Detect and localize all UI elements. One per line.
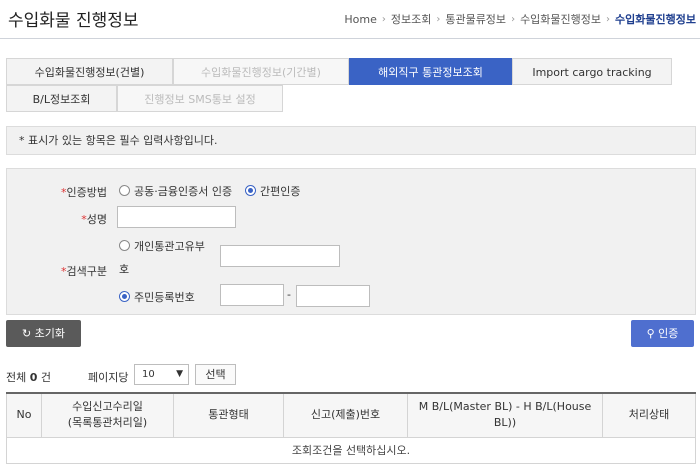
auth-option-certificate[interactable]: 공동·금융인증서 인증 (119, 183, 232, 199)
col-declaration-date: 수입신고수리일 (목록통관처리일) (41, 392, 174, 438)
auth-option-simple[interactable]: 간편인증 (245, 183, 300, 199)
col-no: No (6, 392, 42, 438)
per-page-select[interactable]: 10 ▼ (134, 364, 189, 385)
breadcrumb: Home › 정보조회 › 통관물류정보 › 수입화물진행정보 › 수입화물진행정보 (344, 11, 696, 27)
chevron-right-icon: › (606, 13, 611, 25)
customs-code-input[interactable] (220, 245, 340, 267)
radio-selected-icon[interactable] (119, 291, 130, 302)
breadcrumb-import[interactable]: 수입화물진행정보 (520, 11, 601, 27)
radio-icon[interactable] (119, 240, 130, 251)
tab-sms-setting[interactable]: 진행정보 SMS통보 설정 (117, 85, 283, 112)
col-declaration-no: 신고(제출)번호 (283, 392, 408, 438)
select-button[interactable]: 선택 (195, 364, 236, 385)
radio-icon[interactable] (119, 185, 130, 196)
search-icon: ⚲ (646, 327, 655, 340)
name-label: *성명 (81, 213, 107, 226)
chevron-right-icon: › (436, 13, 441, 25)
search-form: *인증방법 공동·금융인증서 인증 간편인증 *성명 개인통관고유부 호 *검색… (6, 168, 696, 315)
tab-bl-info[interactable]: B/L정보조회 (6, 85, 117, 112)
empty-message: 조회조건을 선택하십시오. (6, 436, 696, 464)
breadcrumb-current: 수입화물진행정보 (615, 13, 696, 26)
table-row: 조회조건을 선택하십시오. (6, 436, 696, 464)
results-table: No 수입신고수리일 (목록통관처리일) 통관형태 신고(제출)번호 M B/L… (6, 392, 696, 464)
total-count: 전체 0 건 (6, 371, 52, 384)
tab-import-by-period[interactable]: 수입화물진행정보(기간별) (173, 58, 349, 85)
col-clearance-type: 통관형태 (173, 392, 284, 438)
tab-import-by-case[interactable]: 수입화물진행정보(건별) (6, 58, 173, 85)
auth-button[interactable]: ⚲ 인증 (631, 320, 694, 347)
required-notice: * 표시가 있는 항목은 필수 입력사항입니다. (6, 126, 696, 155)
search-option-customs-code[interactable]: 개인통관고유부 (119, 238, 205, 254)
reset-button[interactable]: ↻ 초기화 (6, 320, 81, 347)
refresh-icon: ↻ (21, 327, 32, 340)
rrn-separator: - (287, 288, 291, 301)
rrn-first-input[interactable] (220, 284, 284, 306)
table-header-row: No 수입신고수리일 (목록통관처리일) 통관형태 신고(제출)번호 M B/L… (6, 392, 696, 438)
search-option-rrn[interactable]: 주민등록번호 (119, 289, 195, 305)
search-type-label: *검색구분 (61, 265, 107, 278)
chevron-right-icon: › (511, 13, 516, 25)
breadcrumb-info[interactable]: 정보조회 (391, 11, 431, 27)
rrn-second-input[interactable] (296, 285, 370, 307)
chevron-right-icon: › (381, 13, 386, 25)
breadcrumb-logistics[interactable]: 통관물류정보 (445, 11, 506, 27)
divider (0, 38, 700, 39)
radio-selected-icon[interactable] (245, 185, 256, 196)
name-input[interactable] (117, 206, 236, 228)
per-page-label: 페이지당 (88, 371, 129, 384)
page-title: 수입화물 진행정보 (8, 11, 139, 31)
col-status: 처리상태 (602, 392, 696, 438)
col-bl: M B/L(Master BL) - H B/L(House BL)) (407, 392, 603, 438)
auth-method-label: *인증방법 (61, 186, 107, 199)
breadcrumb-home[interactable]: Home (344, 13, 376, 26)
chevron-down-icon: ▼ (176, 369, 183, 379)
search-option-customs-code-suffix: 호 (119, 263, 130, 276)
tab-import-cargo-tracking[interactable]: Import cargo tracking (512, 58, 672, 85)
tab-overseas-direct-purchase[interactable]: 해외직구 통관정보조회 (349, 58, 512, 85)
